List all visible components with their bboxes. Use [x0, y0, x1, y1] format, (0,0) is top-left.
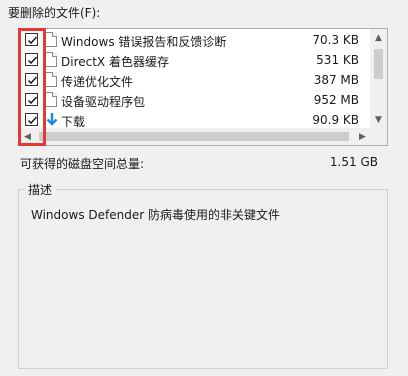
file-row-driver-packages[interactable]: 设备驱动程序包 952 MB	[19, 90, 371, 110]
scroll-right-icon[interactable]: ▶	[354, 128, 371, 145]
file-name: Windows 错误报告和反馈诊断	[61, 35, 227, 49]
files-label: 要删除的文件(F):	[8, 6, 101, 20]
checkbox-driver-packages[interactable]	[25, 93, 38, 106]
file-size: 387 MB	[313, 73, 359, 87]
file-name: 设备驱动程序包	[61, 95, 146, 109]
file-size: 531 KB	[316, 53, 359, 67]
file-row-directx-cache[interactable]: DirectX 着色器缓存 531 KB	[19, 50, 371, 70]
space-label: 可获得的磁盘空间总量:	[20, 157, 145, 171]
file-icon	[45, 92, 57, 107]
vertical-scroll-thumb[interactable]	[374, 49, 383, 79]
description-title: 描述	[24, 181, 57, 198]
checkbox-downloads[interactable]	[25, 113, 38, 126]
file-icon	[45, 32, 57, 47]
file-row-delivery-optimization[interactable]: 传递优化文件 387 MB	[19, 70, 371, 90]
space-value: 1.51 GB	[329, 155, 378, 169]
file-name: DirectX 着色器缓存	[61, 55, 169, 69]
file-icon	[45, 72, 57, 87]
description-text: Windows Defender 防病毒使用的非关键文件	[31, 208, 280, 222]
file-size: 70.3 KB	[312, 33, 359, 47]
scroll-up-icon[interactable]: ▲	[370, 29, 387, 46]
scroll-left-icon[interactable]: ◀	[19, 128, 36, 145]
file-row-downloads[interactable]: 下载 90.9 KB	[19, 110, 371, 130]
horizontal-scroll-thumb[interactable]	[39, 132, 349, 141]
file-icon	[45, 52, 57, 67]
scrollbar-corner	[370, 128, 387, 145]
checkbox-error-reports[interactable]	[25, 33, 38, 46]
file-size: 952 MB	[313, 93, 359, 107]
download-icon	[46, 113, 58, 126]
vertical-scrollbar[interactable]: ▲ ▼	[370, 29, 387, 128]
file-row-error-reports[interactable]: Windows 错误报告和反馈诊断 70.3 KB	[19, 30, 371, 50]
horizontal-scrollbar[interactable]: ◀ ▶	[19, 128, 371, 145]
file-list[interactable]: Windows 错误报告和反馈诊断 70.3 KB DirectX 着色器缓存 …	[18, 28, 388, 146]
scroll-down-icon[interactable]: ▼	[370, 111, 387, 128]
checkbox-directx-cache[interactable]	[25, 53, 38, 66]
checkbox-delivery-optimization[interactable]	[25, 73, 38, 86]
file-name: 传递优化文件	[61, 75, 134, 89]
file-size: 90.9 KB	[312, 113, 359, 127]
